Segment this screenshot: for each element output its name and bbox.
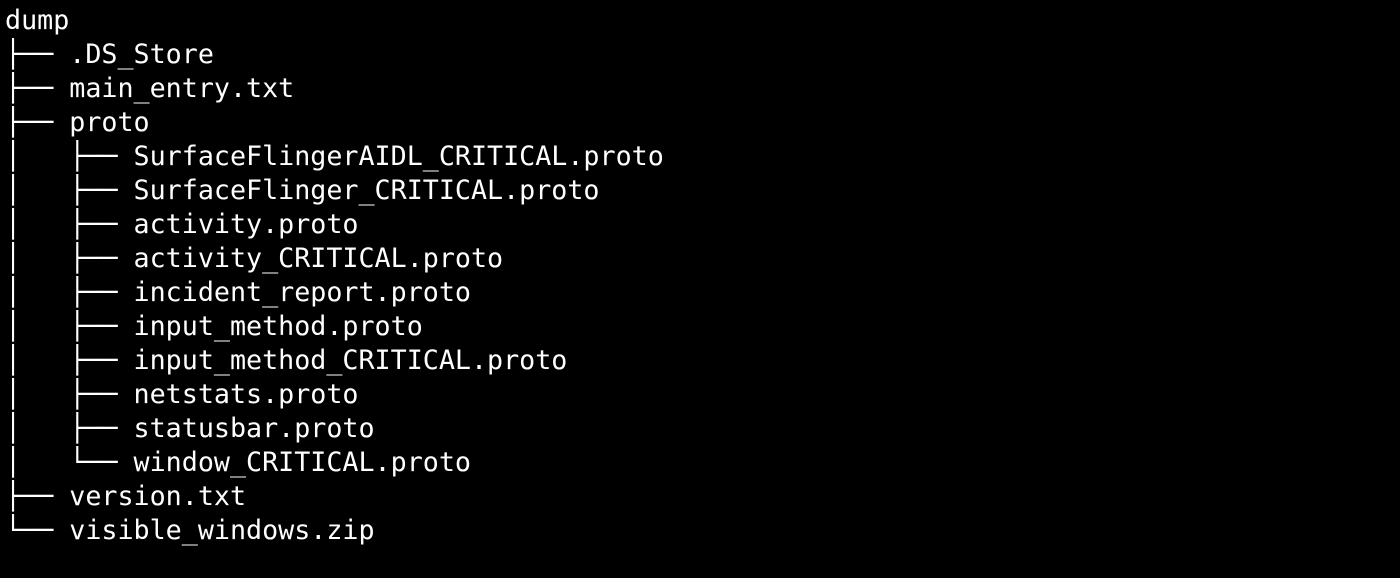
terminal-window: dump ├── .DS_Store ├── main_entry.txt ├── p… — [0, 0, 1400, 578]
tree-file-name[interactable]: SurfaceFlinger_CRITICAL.proto — [134, 175, 600, 206]
tree-row[interactable]: │ ├── SurfaceFlinger_CRITICAL.proto — [5, 174, 664, 208]
tree-branch-icon: │ ├── — [5, 277, 134, 308]
tree-row[interactable]: │ ├── input_method.proto — [5, 310, 664, 344]
tree-row[interactable]: │ ├── input_method_CRITICAL.proto — [5, 344, 664, 378]
tree-row[interactable]: │ ├── incident_report.proto — [5, 276, 664, 310]
tree-file-name[interactable]: incident_report.proto — [134, 277, 471, 308]
tree-row[interactable]: │ ├── statusbar.proto — [5, 412, 664, 446]
directory-tree: dump ├── .DS_Store ├── main_entry.txt ├── p… — [5, 4, 664, 548]
tree-file-name[interactable]: netstats.proto — [134, 379, 359, 410]
tree-root-row[interactable]: dump — [5, 4, 664, 38]
tree-branch-icon: ├── — [5, 39, 70, 70]
tree-file-name[interactable]: activity.proto — [134, 209, 359, 240]
tree-file-name[interactable]: statusbar.proto — [134, 413, 375, 444]
tree-branch-icon: │ ├── — [5, 379, 134, 410]
tree-row[interactable]: │ └── window_CRITICAL.proto — [5, 446, 664, 480]
tree-branch-icon: │ ├── — [5, 243, 134, 274]
tree-row[interactable]: ├── version.txt — [5, 480, 664, 514]
tree-file-name[interactable]: main_entry.txt — [69, 73, 294, 104]
tree-row[interactable]: ├── proto — [5, 106, 664, 140]
tree-file-name[interactable]: input_method.proto — [134, 311, 423, 342]
tree-row[interactable]: └── visible_windows.zip — [5, 514, 664, 548]
tree-directory-name[interactable]: dump — [5, 5, 69, 36]
tree-branch-icon: ├── — [5, 481, 70, 512]
tree-row[interactable]: ├── .DS_Store — [5, 38, 664, 72]
tree-branch-icon: │ ├── — [5, 141, 134, 172]
tree-branch-icon: │ ├── — [5, 175, 134, 206]
tree-file-name[interactable]: visible_windows.zip — [69, 515, 374, 546]
tree-file-name[interactable]: input_method_CRITICAL.proto — [134, 345, 568, 376]
tree-branch-icon: │ ├── — [5, 345, 134, 376]
tree-branch-icon: ├── — [5, 107, 70, 138]
tree-row[interactable]: │ ├── activity.proto — [5, 208, 664, 242]
tree-file-name[interactable]: .DS_Store — [69, 39, 214, 70]
tree-branch-icon: │ ├── — [5, 311, 134, 342]
tree-branch-icon: │ ├── — [5, 209, 134, 240]
tree-branch-icon: └── — [5, 515, 70, 546]
tree-branch-icon: │ └── — [5, 447, 134, 478]
tree-file-name[interactable]: window_CRITICAL.proto — [134, 447, 471, 478]
tree-row[interactable]: ├── main_entry.txt — [5, 72, 664, 106]
tree-file-name[interactable]: SurfaceFlingerAIDL_CRITICAL.proto — [134, 141, 664, 172]
tree-file-name[interactable]: activity_CRITICAL.proto — [134, 243, 504, 274]
tree-row[interactable]: │ ├── SurfaceFlingerAIDL_CRITICAL.proto — [5, 140, 664, 174]
tree-branch-icon: ├── — [5, 73, 70, 104]
tree-row[interactable]: │ ├── activity_CRITICAL.proto — [5, 242, 664, 276]
tree-file-name[interactable]: version.txt — [69, 481, 246, 512]
tree-directory-name[interactable]: proto — [69, 107, 149, 138]
tree-branch-icon: │ ├── — [5, 413, 134, 444]
tree-row[interactable]: │ ├── netstats.proto — [5, 378, 664, 412]
